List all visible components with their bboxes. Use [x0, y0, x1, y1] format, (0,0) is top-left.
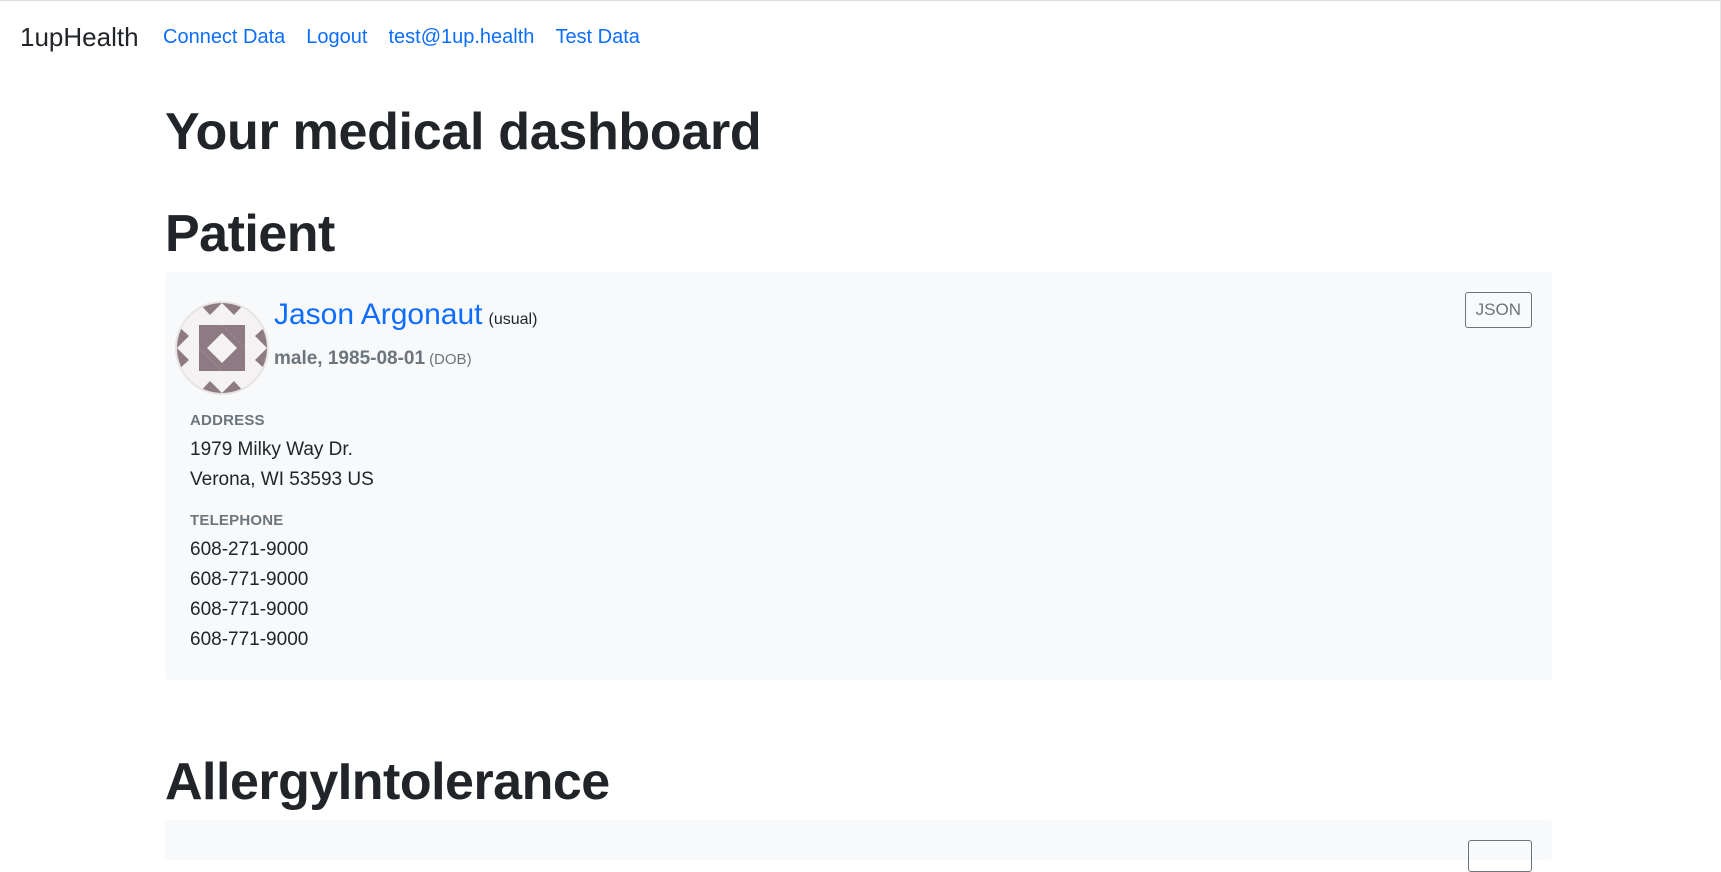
page-title: Your medical dashboard	[165, 103, 762, 161]
address-line-2: Verona, WI 53593 US	[190, 469, 374, 490]
patient-name[interactable]: Jason Argonaut	[274, 298, 483, 331]
patient-section-title: Patient	[165, 205, 335, 263]
avatar	[175, 301, 269, 395]
nav-links: Connect Data Logout test@1up.health Test…	[163, 26, 640, 49]
telephone-2: 608-771-9000	[190, 569, 309, 590]
brand-logo[interactable]: 1upHealth	[20, 22, 139, 53]
nav-link-test-data[interactable]: Test Data	[555, 26, 639, 49]
navbar: 1upHealth Connect Data Logout test@1up.h…	[0, 0, 1721, 78]
patient-demographics: male, 1985-08-01 (DOB)	[274, 348, 472, 370]
nav-link-user-email[interactable]: test@1up.health	[388, 26, 534, 49]
nav-link-logout[interactable]: Logout	[306, 26, 367, 49]
patient-card: Jason Argonaut (usual) male, 1985-08-01 (D…	[165, 272, 1552, 680]
json-button[interactable]: JSON	[1464, 292, 1532, 328]
gender-dob: male, 1985-08-01	[274, 348, 426, 369]
name-use-label: (usual)	[488, 311, 538, 328]
dob-label: (DOB)	[429, 351, 472, 368]
allergy-json-button[interactable]	[1468, 840, 1532, 872]
telephone-4: 608-771-9000	[190, 629, 309, 650]
telephone-3: 608-771-9000	[190, 599, 309, 620]
address-line-1: 1979 Milky Way Dr.	[190, 439, 353, 460]
telephone-1: 608-271-9000	[190, 539, 309, 560]
allergy-card	[165, 820, 1552, 872]
patient-name-link[interactable]: Jason Argonaut (usual)	[274, 298, 537, 332]
allergy-section-title: AllergyIntolerance	[165, 753, 610, 811]
identicon-icon	[177, 303, 267, 393]
telephone-label: TELEPHONE	[190, 512, 284, 529]
address-label: ADDRESS	[190, 412, 265, 429]
nav-link-connect-data[interactable]: Connect Data	[163, 26, 285, 49]
